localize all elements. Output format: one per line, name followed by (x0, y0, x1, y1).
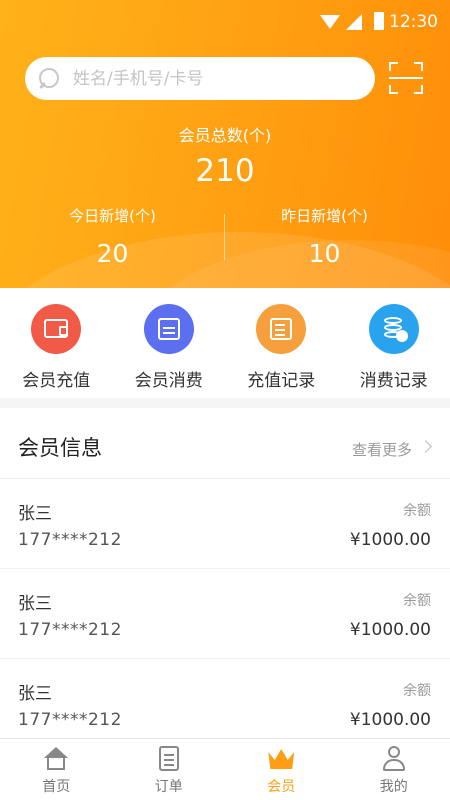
member-phone: 177****212 (18, 620, 122, 640)
action-label: 充值记录 (247, 371, 316, 391)
user-icon (379, 745, 409, 773)
view-more-link[interactable]: 查看更多 (352, 439, 412, 460)
balance-value: ¥1000.00 (349, 530, 431, 550)
crown-icon (266, 745, 296, 773)
balance-label: 余额 (403, 683, 431, 699)
tab-home[interactable]: 首页 (0, 739, 113, 800)
member-row[interactable]: 张三 177****212 余额 ¥1000.00 (0, 659, 450, 738)
tab-mine[interactable]: 我的 (338, 739, 450, 800)
yesterday-new-stat: 昨日新增(个) 10 (212, 205, 437, 268)
battery-icon (374, 12, 384, 30)
yesterday-new-value: 10 (308, 239, 341, 268)
coins-clock-icon (368, 304, 419, 354)
wallet-icon (31, 304, 82, 354)
member-name: 张三 (18, 594, 52, 614)
consume-records-button[interactable]: 消费记录 (338, 288, 450, 398)
search-icon (39, 67, 61, 90)
member-consume-button[interactable]: 会员消费 (113, 288, 226, 398)
member-phone: 177****212 (18, 530, 122, 550)
action-label: 消费记录 (359, 371, 428, 391)
quick-actions: 会员充值 会员消费 充值记录 消费记录 (0, 288, 450, 398)
order-icon (154, 745, 184, 773)
tab-orders[interactable]: 订单 (113, 739, 226, 800)
tab-members[interactable]: 会员 (225, 739, 338, 800)
member-row[interactable]: 张三 177****212 余额 ¥1000.00 (0, 569, 450, 659)
member-name: 张三 (18, 504, 52, 524)
tab-label: 订单 (154, 779, 183, 795)
header-panel: 12:30 会员总数(个) 210 今日新增(个) 20 昨日新增(个) 10 (0, 0, 450, 288)
member-row[interactable]: 张三 177****212 余额 ¥1000.00 (0, 479, 450, 569)
balance-label: 余额 (403, 503, 431, 519)
tab-label: 首页 (42, 779, 71, 795)
receipt-icon (256, 304, 307, 354)
today-new-stat: 今日新增(个) 20 (0, 205, 225, 268)
calendar-icon (143, 304, 194, 354)
total-members-value: 210 (195, 153, 255, 189)
today-new-value: 20 (96, 239, 129, 268)
member-info-section: 会员信息 查看更多 张三 177****212 余额 ¥1000.00 张三 1… (0, 408, 450, 738)
action-label: 会员消费 (134, 371, 203, 391)
member-name: 张三 (18, 684, 52, 704)
today-new-label: 今日新增(个) (69, 207, 156, 225)
action-label: 会员充值 (22, 371, 91, 391)
member-phone: 177****212 (18, 710, 122, 730)
search-bar[interactable] (25, 57, 375, 100)
tab-label: 我的 (379, 779, 408, 795)
section-header: 会员信息 查看更多 (0, 408, 450, 479)
search-input[interactable] (73, 68, 353, 89)
balance-value: ¥1000.00 (349, 710, 431, 730)
balance-label: 余额 (403, 593, 431, 609)
section-title: 会员信息 (18, 436, 102, 460)
home-icon (41, 745, 71, 773)
member-recharge-button[interactable]: 会员充值 (0, 288, 113, 398)
total-members-label: 会员总数(个) (178, 126, 272, 145)
bottom-tab-bar: 首页 订单 会员 我的 (0, 738, 450, 800)
chevron-right-icon[interactable] (419, 440, 432, 453)
recharge-records-button[interactable]: 充值记录 (225, 288, 338, 398)
status-bar: 12:30 (0, 0, 450, 44)
app-root: 12:30 会员总数(个) 210 今日新增(个) 20 昨日新增(个) 10 … (0, 0, 450, 800)
balance-value: ¥1000.00 (349, 620, 431, 640)
signal-icon (346, 14, 362, 30)
status-time: 12:30 (389, 12, 438, 32)
tab-label: 会员 (267, 779, 296, 795)
scan-icon[interactable] (389, 62, 423, 94)
wifi-icon (320, 15, 340, 29)
yesterday-new-label: 昨日新增(个) (281, 207, 368, 225)
